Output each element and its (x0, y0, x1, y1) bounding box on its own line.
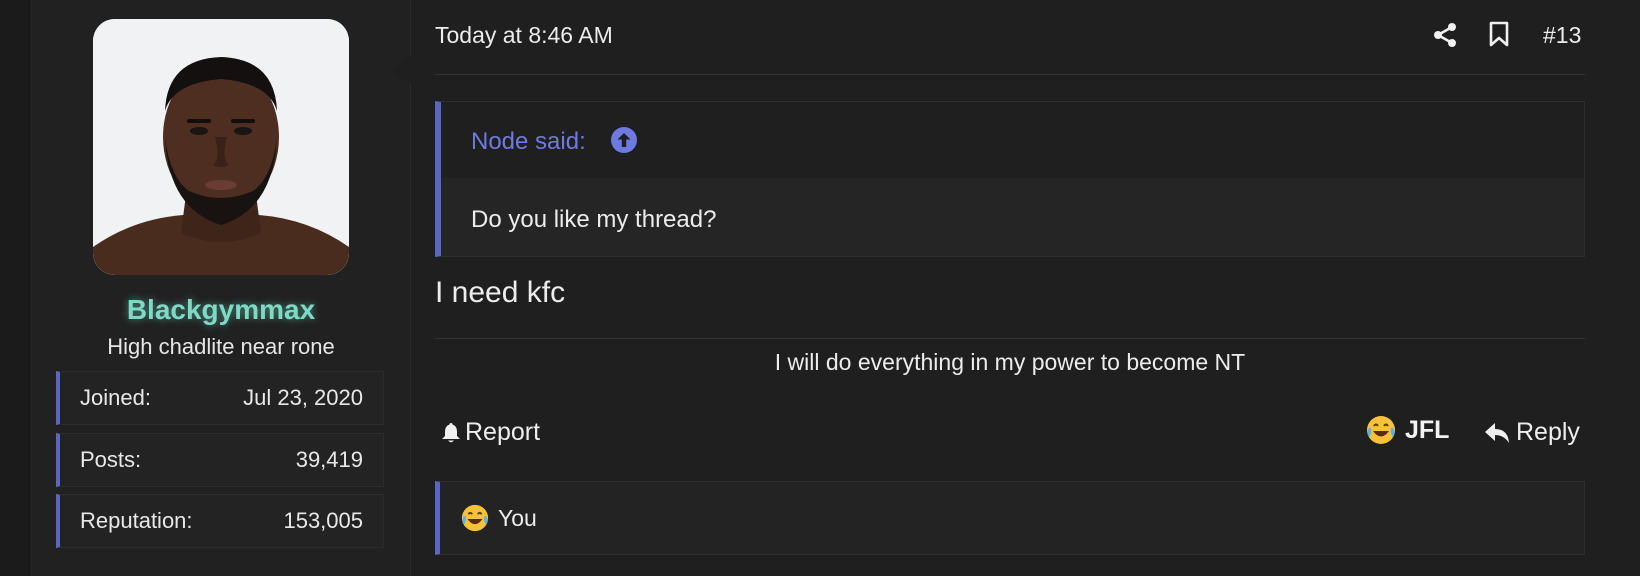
report-label: Report (465, 418, 541, 446)
left-gutter (0, 0, 32, 576)
reply-button[interactable]: Reply (1484, 418, 1580, 447)
avatar[interactable] (93, 19, 349, 275)
avatar-portrait-image (93, 19, 349, 275)
share-icon[interactable] (1433, 22, 1457, 48)
quote-block: Node said: Do you like my thread? (435, 101, 1585, 257)
quote-author-link[interactable]: Node said: (471, 128, 586, 156)
reactions-summary: You (498, 504, 537, 531)
stat-label: Posts: (80, 447, 142, 472)
reactions-bar[interactable]: You (435, 481, 1585, 555)
signature-divider (435, 338, 1585, 339)
stat-value: Jul 23, 2020 (243, 385, 363, 410)
quote-header: Node said: (441, 102, 1584, 178)
crying-laughing-emoji (1367, 416, 1395, 444)
stat-value: 39,419 (295, 447, 363, 472)
bookmark-icon[interactable] (1489, 21, 1509, 47)
reply-icon (1485, 422, 1509, 443)
stat-reputation: Reputation: 153,005 (56, 494, 384, 548)
report-button[interactable]: Report (441, 418, 540, 447)
quote-text: Do you like my thread? (471, 206, 717, 233)
user-title: High chadlite near rone (107, 334, 335, 359)
arrow-up-circle-icon[interactable] (610, 126, 638, 154)
signature: I will do everything in my power to beco… (774, 349, 1246, 375)
stat-value: 153,005 (283, 508, 363, 533)
post-header: Today at 8:46 AM #13 (435, 0, 1585, 75)
post-number-link[interactable]: #13 (1543, 22, 1581, 49)
react-button[interactable]: JFL (1365, 414, 1449, 446)
stat-label: Reputation: (80, 508, 193, 533)
bell-icon (442, 422, 460, 442)
post-message: I need kfc (435, 276, 566, 309)
post-pointer-arrow (391, 56, 411, 84)
forum-post-page: Blackgymmax High chadlite near rone Join… (0, 0, 1640, 576)
stat-joined: Joined: Jul 23, 2020 (56, 371, 384, 425)
react-label: JFL (1405, 415, 1450, 444)
crying-laughing-emoji (461, 504, 489, 532)
stat-posts: Posts: 39,419 (56, 433, 384, 487)
stat-label: Joined: (80, 385, 151, 410)
reply-label: Reply (1516, 418, 1580, 446)
post-date-link[interactable]: Today at 8:46 AM (435, 22, 613, 49)
quote-body: Do you like my thread? (441, 178, 1584, 256)
username[interactable]: Blackgymmax (32, 294, 410, 326)
